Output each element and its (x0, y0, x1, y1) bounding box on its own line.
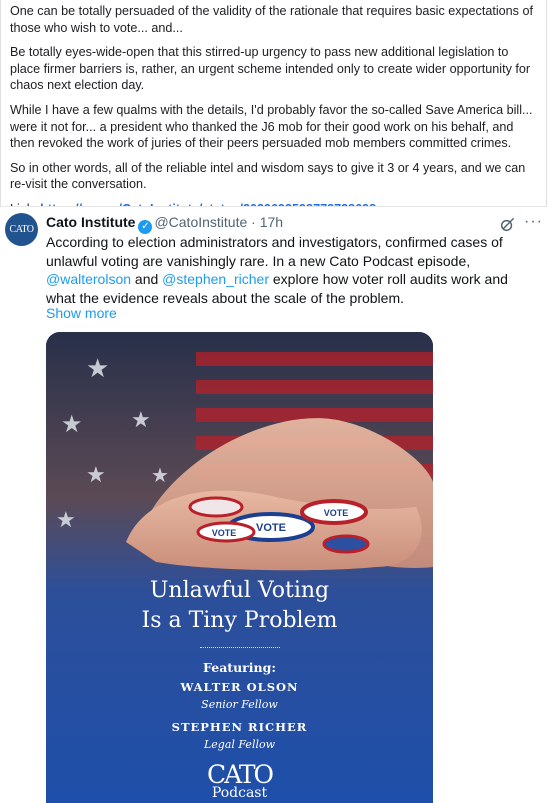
mention-link[interactable]: @walterolson (46, 271, 131, 287)
tweet-text: According to election administrators and… (46, 233, 508, 307)
tweet-header: Cato Institute ✓ @CatoInstitute · 17h (46, 213, 283, 234)
post-paragraph: So in other words, all of the reliable i… (10, 160, 526, 192)
guest-1-role: Senior Fellow (201, 698, 278, 711)
tweet-text-part: and (131, 271, 163, 287)
svg-text:★: ★ (131, 407, 151, 432)
guest-2-name: STEPHEN RICHER (171, 720, 308, 734)
divider (200, 647, 280, 648)
podcast-label: Podcast (211, 785, 268, 801)
podcast-card-image[interactable]: ★ ★ ★ ★ ★ ★ VOTE VOTE VOTE Unlawful Voti… (46, 332, 433, 803)
account-handle[interactable]: @CatoInstitute (154, 214, 247, 230)
vote-button-label-2: VOTE (256, 522, 286, 534)
svg-text:★: ★ (56, 507, 76, 532)
card-title-line-2: Is a Tiny Problem (141, 608, 338, 633)
svg-text:★: ★ (86, 462, 106, 487)
guest-2-role: Legal Fellow (203, 738, 276, 751)
card-title-line-1: Unlawful Voting (149, 578, 330, 603)
featuring-label: Featuring: (203, 660, 276, 675)
guest-1-name: WALTER OLSON (180, 680, 299, 694)
more-options-icon[interactable]: ··· (524, 213, 543, 231)
vote-button-label-3: VOTE (324, 508, 349, 518)
tweet-text-part: According to election administrators and… (46, 234, 503, 269)
avatar[interactable]: CATO (5, 213, 38, 246)
svg-text:★: ★ (86, 353, 109, 383)
vote-button-label-1: VOTE (212, 528, 237, 538)
svg-text:★: ★ (151, 465, 169, 487)
show-more-link[interactable]: Show more (46, 305, 117, 321)
post-paragraph: One can be totally persuaded of the vali… (10, 4, 533, 35)
verified-badge-icon: ✓ (138, 220, 153, 234)
mention-link[interactable]: @stephen_richer (162, 271, 269, 287)
post-body: One can be totally persuaded of the vali… (10, 0, 536, 226)
post-paragraph: Be totally eyes-wide-open that this stir… (10, 45, 531, 93)
post-paragraph: While I have a few qualms with the detai… (10, 102, 533, 151)
separator: · (247, 214, 260, 230)
embedded-tweet[interactable]: CATO Cato Institute ✓ @CatoInstitute · 17h… (0, 206, 547, 803)
grok-icon[interactable] (500, 217, 515, 232)
avatar-logo: CATO (9, 224, 34, 235)
svg-text:★: ★ (61, 411, 83, 438)
account-name[interactable]: Cato Institute (46, 214, 135, 230)
timestamp[interactable]: 17h (260, 214, 283, 230)
